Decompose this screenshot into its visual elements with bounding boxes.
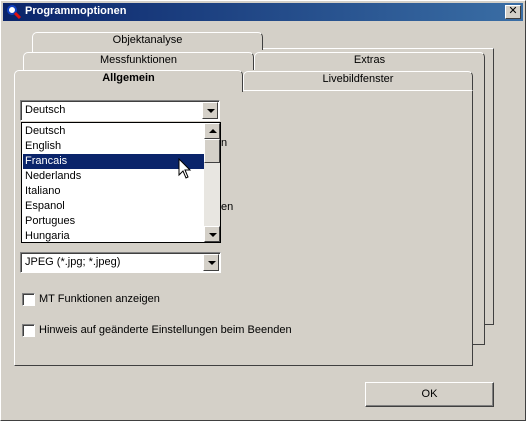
scroll-thumb[interactable] [204, 139, 220, 163]
chevron-down-icon [208, 261, 216, 265]
magnifier-icon [7, 5, 22, 20]
language-dropdown-list[interactable]: Deutsch English Francais Nederlands Ital… [21, 122, 221, 243]
tab-objektanalyse[interactable]: Objektanalyse [32, 32, 263, 50]
tab-label: Livebildfenster [322, 73, 394, 85]
list-item[interactable]: Italiano [23, 184, 204, 199]
image-format-select[interactable]: JPEG (*.jpg; *.jpeg) [20, 252, 221, 273]
list-item[interactable]: Espanol [23, 199, 204, 214]
chevron-down-icon [207, 109, 215, 113]
language-dropdown-button[interactable] [202, 102, 218, 119]
ok-button[interactable]: OK [365, 382, 494, 407]
list-item[interactable]: Hungaria [23, 229, 204, 242]
language-select[interactable]: Deutsch [20, 100, 220, 121]
tab-label: Messfunktionen [99, 54, 178, 66]
language-select-value: Deutsch [25, 104, 66, 116]
chevron-up-icon [209, 129, 217, 133]
mt-functions-checkbox[interactable] [22, 293, 35, 306]
ok-button-label: OK [421, 388, 438, 400]
chevron-down-icon [209, 233, 217, 237]
list-item-selected[interactable]: Francais [23, 154, 204, 169]
tab-label: Objektanalyse [112, 34, 183, 46]
scroll-up-button[interactable] [204, 123, 220, 139]
list-item[interactable]: Portugues [23, 214, 204, 229]
arrow-cursor-icon [178, 158, 192, 179]
list-item[interactable]: English [23, 139, 204, 154]
window-title: Programmoptionen [25, 5, 127, 17]
hidden-label-fragment: en [221, 201, 234, 213]
image-format-value: JPEG (*.jpg; *.jpeg) [25, 256, 121, 268]
notify-on-exit-label: Hinweis auf geänderte Einstellungen beim… [39, 324, 292, 336]
list-item[interactable]: Nederlands [23, 169, 204, 184]
list-scrollbar[interactable] [204, 123, 220, 242]
mt-functions-label: MT Funktionen anzeigen [39, 293, 160, 305]
scroll-down-button[interactable] [204, 226, 220, 242]
tab-label: Allgemein [102, 72, 155, 84]
notify-on-exit-checkbox[interactable] [22, 324, 35, 337]
list-item[interactable]: Deutsch [23, 124, 204, 139]
tab-livebildfenster[interactable]: Livebildfenster [243, 71, 473, 90]
tab-label: Extras [353, 54, 386, 66]
options-dialog: Programmoptionen ✕ Objektanalyse Messfun… [0, 0, 526, 421]
tab-extras[interactable]: Extras [254, 52, 485, 70]
title-bar[interactable]: Programmoptionen ✕ [3, 3, 523, 21]
tab-allgemein[interactable]: Allgemein [14, 70, 243, 92]
image-format-dropdown-button[interactable] [203, 254, 219, 271]
hidden-label-fragment: n [221, 137, 228, 149]
close-button[interactable]: ✕ [505, 5, 521, 19]
tab-messfunktionen[interactable]: Messfunktionen [23, 52, 254, 70]
